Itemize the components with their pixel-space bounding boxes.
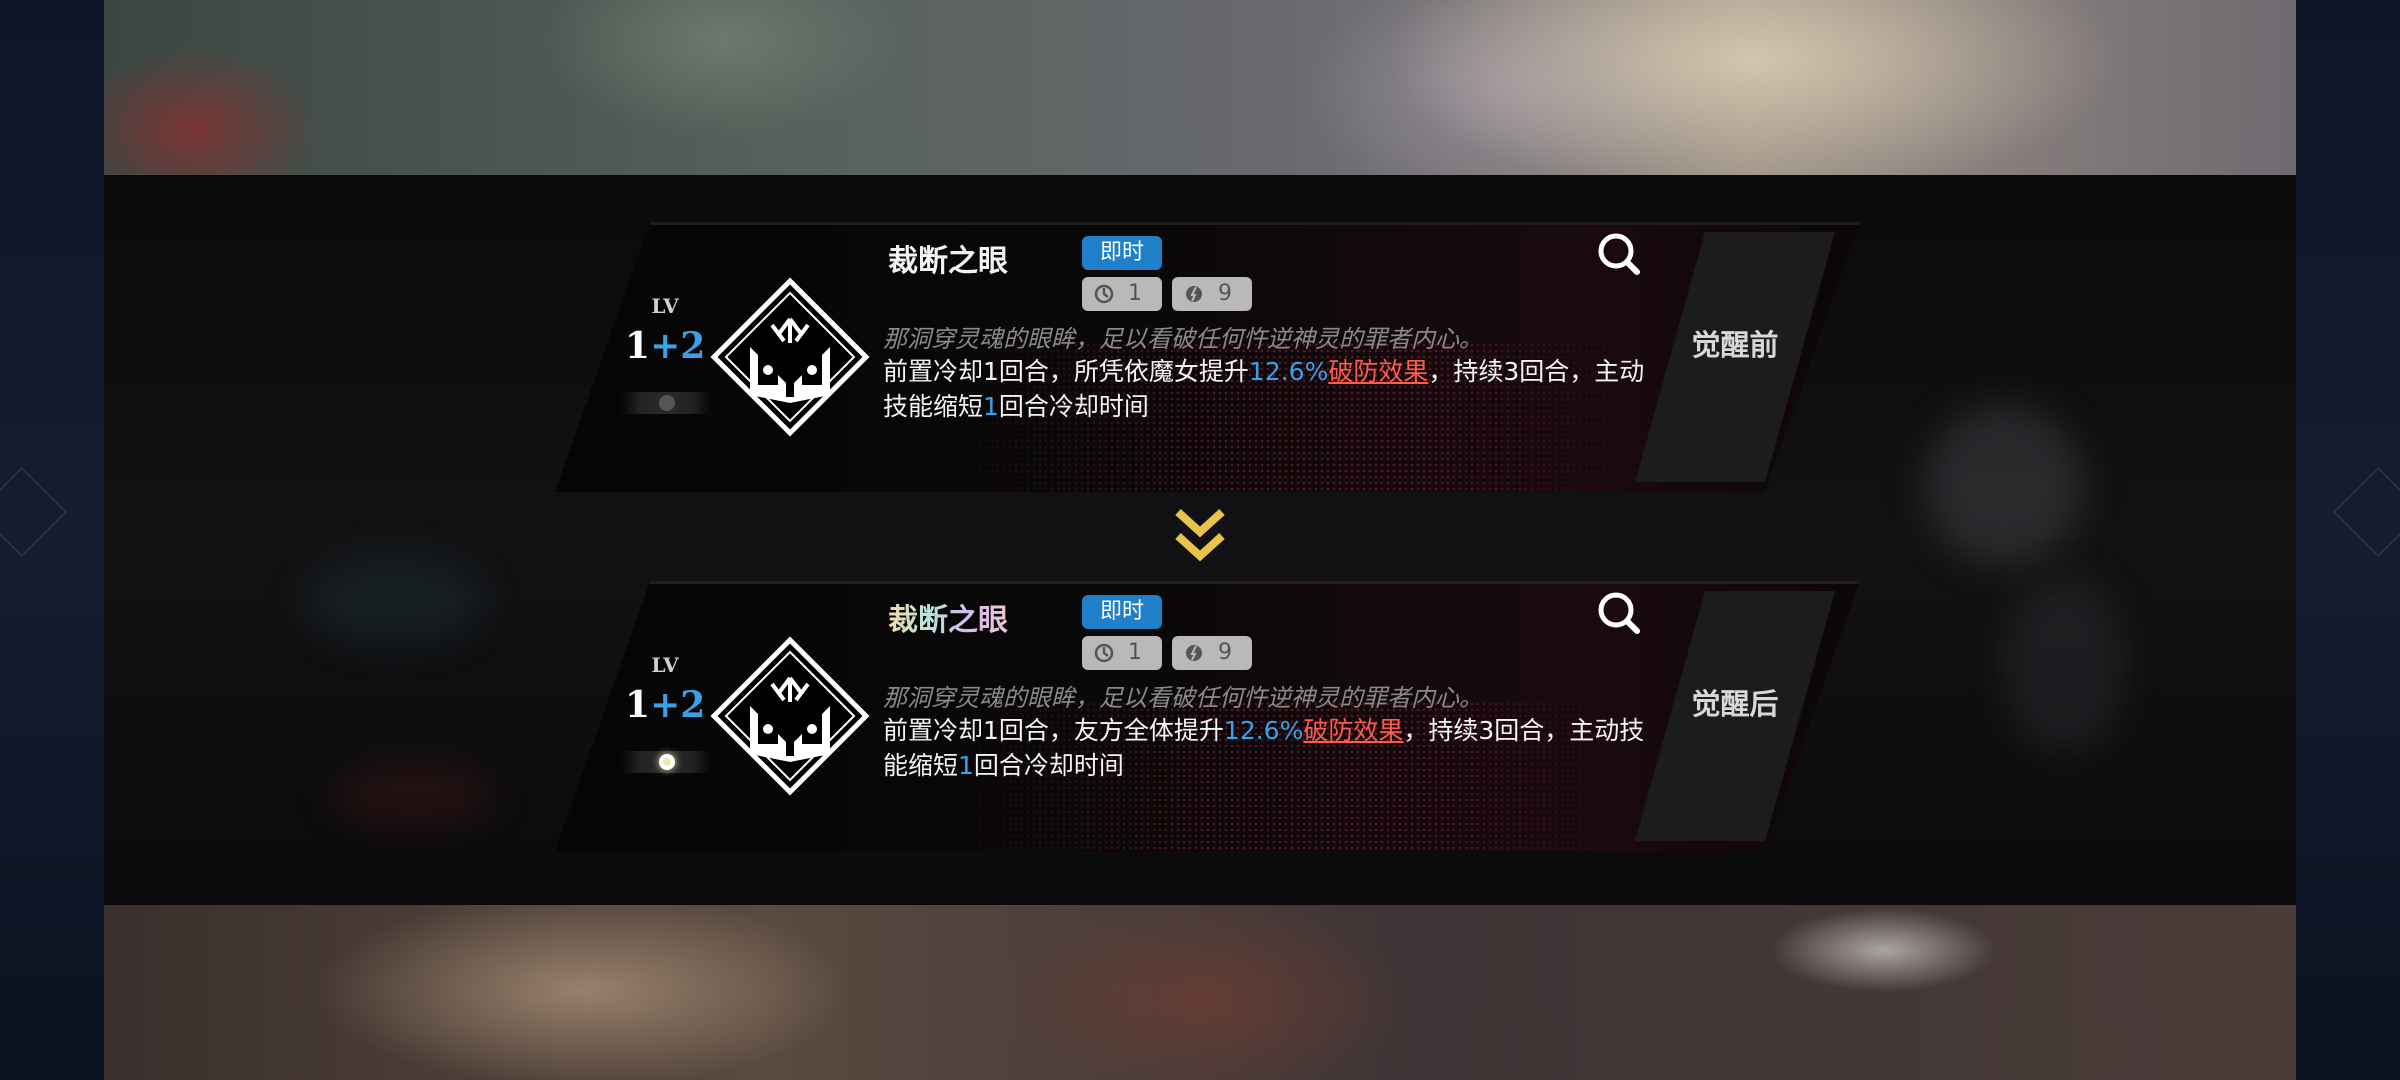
level-label: LV <box>651 653 679 677</box>
cost-chip: 9 <box>1172 277 1252 311</box>
skill-description: 前置冷却1回合，友方全体提升12.6%破防效果，持续3回合，主动技能缩短1回合冷… <box>883 713 1648 783</box>
cooldown-chip: 1 <box>1082 636 1162 670</box>
cooldown-value: 1 <box>1128 640 1142 665</box>
desc-value: 12.6% <box>1223 716 1304 745</box>
skill-description: 前置冷却1回合，所凭依魔女提升12.6%破防效果，持续3回合，主动技能缩短1回合… <box>883 354 1648 424</box>
card-top-edge <box>650 222 1860 225</box>
border-ornament <box>2332 466 2400 558</box>
state-badge: 觉醒后 <box>1691 687 1779 721</box>
desc-effect-link[interactable]: 破防效果 <box>1328 357 1428 386</box>
background-art-top <box>104 0 2296 180</box>
timing-tag: 即时 <box>1082 236 1162 270</box>
desc-part-3: 回合冷却时间 <box>973 751 1124 780</box>
level-base: 1 <box>625 325 651 367</box>
awaken-dot <box>659 754 675 770</box>
timing-tag: 即时 <box>1082 595 1162 629</box>
cooldown-value: 1 <box>1128 281 1142 306</box>
awaken-indicator <box>621 392 711 414</box>
level-value: 1+2 <box>625 684 705 726</box>
eye-tome-diamond-icon[interactable] <box>710 277 870 437</box>
state-badge: 觉醒前 <box>1691 328 1779 362</box>
energy-drop-icon <box>1186 286 1202 302</box>
level-bonus: +2 <box>650 325 706 367</box>
magnifier-icon[interactable] <box>1595 589 1643 637</box>
desc-part-1: 前置冷却1回合，所凭依魔女提升 <box>883 357 1249 386</box>
skill-flavor-text: 那洞穿灵魂的眼眸，足以看破任何忤逆神灵的罪者内心。 <box>883 684 1483 712</box>
awaken-dot <box>659 395 675 411</box>
desc-part-3: 回合冷却时间 <box>998 392 1149 421</box>
card-top-edge <box>650 581 1860 584</box>
blurred-shape <box>1924 405 2084 565</box>
desc-effect-link[interactable]: 破防效果 <box>1303 716 1403 745</box>
level-base: 1 <box>625 684 651 726</box>
eye-tome-diamond-icon[interactable] <box>710 636 870 796</box>
desc-part-1: 前置冷却1回合，友方全体提升 <box>883 716 1224 745</box>
blurred-shape <box>304 555 484 645</box>
hourglass-icon <box>1094 643 1114 663</box>
magnifier-icon[interactable] <box>1595 230 1643 278</box>
awaken-indicator <box>621 751 711 773</box>
skill-name: 裁断之眼 <box>888 244 1008 279</box>
background-art-bottom <box>104 900 2296 1080</box>
right-border <box>2296 0 2400 1080</box>
desc-reduce: 1 <box>983 392 999 421</box>
skill-name: 裁断之眼 <box>888 595 1008 639</box>
desc-reduce: 1 <box>958 751 974 780</box>
skill-flavor-text: 那洞穿灵魂的眼眸，足以看破任何忤逆神灵的罪者内心。 <box>883 325 1483 353</box>
level-bonus: +2 <box>650 684 706 726</box>
cost-chip: 9 <box>1172 636 1252 670</box>
border-ornament <box>0 466 68 558</box>
cost-value: 9 <box>1218 640 1232 665</box>
skill-card-after: LV 1+2 裁断之眼 即时 1 9 那洞穿灵魂的眼眸，足以看破任何忤逆神灵的罪… <box>555 581 1860 851</box>
double-chevron-down-icon <box>1175 509 1225 562</box>
level-label: LV <box>651 294 679 318</box>
cooldown-chip: 1 <box>1082 277 1162 311</box>
left-border <box>0 0 104 1080</box>
level-value: 1+2 <box>625 325 705 367</box>
hourglass-icon <box>1094 284 1114 304</box>
blurred-shape <box>334 765 494 825</box>
cost-value: 9 <box>1218 281 1232 306</box>
desc-value: 12.6% <box>1248 357 1329 386</box>
skill-card-before: LV 1+2 裁断之眼 即时 1 9 那洞穿灵魂的眼眸，足以看破任何忤逆神灵的罪… <box>555 222 1860 492</box>
energy-drop-icon <box>1186 645 1202 661</box>
blurred-shape <box>2004 575 2124 755</box>
